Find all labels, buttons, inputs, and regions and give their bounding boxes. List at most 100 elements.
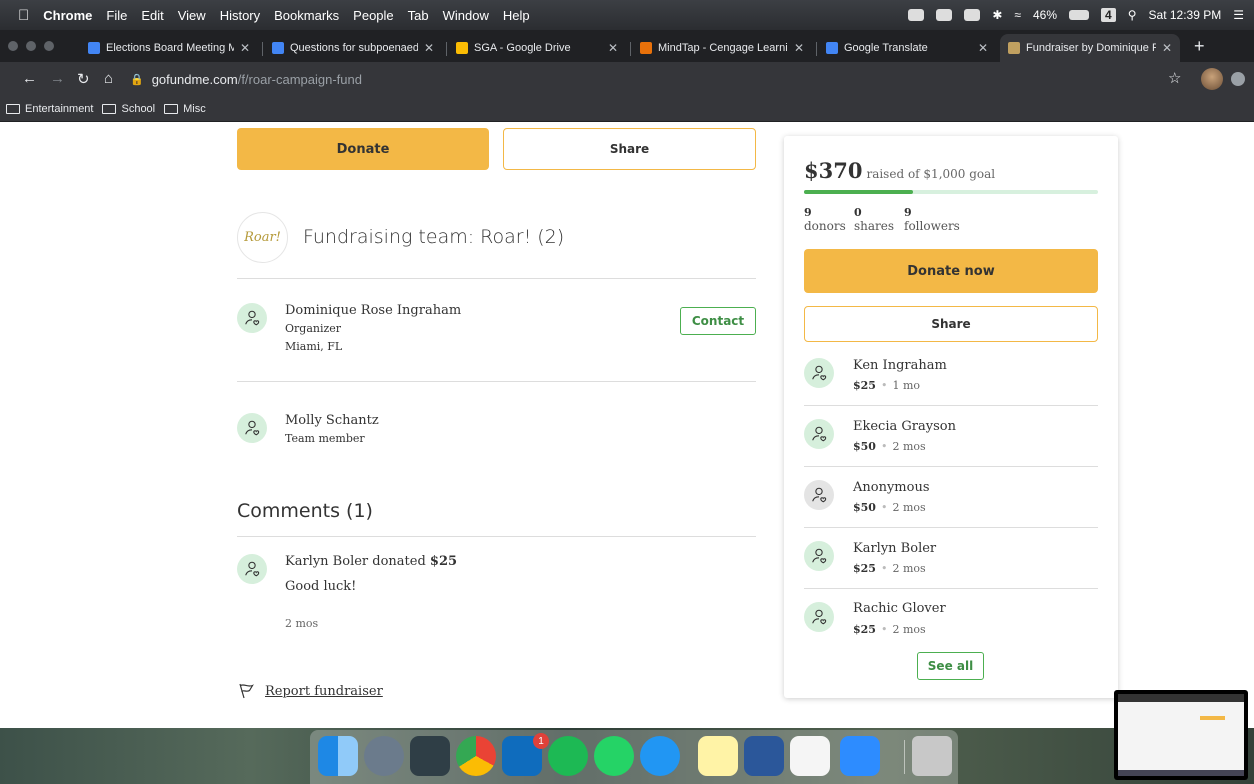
menu-tab[interactable]: Tab (408, 8, 429, 23)
person-heart-icon (237, 413, 267, 443)
back-arrow-icon[interactable]: ← (22, 70, 37, 87)
bookmark-folder-entertainment[interactable]: Entertainment (6, 103, 93, 115)
photo-app-icon[interactable] (410, 736, 450, 776)
donor-amount-row: $25 • 1 mo (853, 379, 921, 392)
close-icon[interactable]: ✕ (424, 41, 434, 55)
home-icon[interactable]: ⌂ (104, 70, 113, 87)
battery-icon[interactable] (1069, 10, 1090, 20)
forward-arrow-icon[interactable]: → (50, 70, 65, 87)
menu-edit[interactable]: Edit (141, 8, 163, 23)
report-fundraiser-link[interactable]: Report fundraiser (265, 684, 383, 699)
see-all-button[interactable]: See all (917, 652, 984, 680)
divider (237, 381, 756, 382)
menu-view[interactable]: View (178, 8, 206, 23)
screenshot-thumbnail[interactable] (1114, 690, 1248, 780)
chrome-icon[interactable] (456, 736, 496, 776)
person-heart-icon (804, 419, 834, 449)
contact-button[interactable]: Contact (680, 307, 756, 335)
apple-icon[interactable]:  (18, 7, 29, 24)
window-close-button[interactable] (8, 41, 18, 51)
stat-number: 9 (904, 206, 912, 219)
tab-mindtap[interactable]: MindTap - Cengage Learnin ✕ (632, 34, 812, 62)
bookmark-folder-misc[interactable]: Misc (164, 103, 206, 115)
address-bar[interactable]: 🔒 gofundme.com/f/roar-campaign-fund (130, 67, 1190, 91)
sidebar-share-button[interactable]: Share (804, 306, 1098, 342)
close-icon[interactable]: ✕ (794, 41, 804, 55)
word-icon[interactable] (744, 736, 784, 776)
messages-icon[interactable] (640, 736, 680, 776)
mindtap-icon (640, 42, 652, 54)
tab-questions[interactable]: Questions for subpoenaed ✕ (264, 34, 442, 62)
close-icon[interactable]: ✕ (978, 41, 988, 55)
cloud-icon[interactable] (936, 9, 953, 21)
reload-icon[interactable]: ↻ (77, 70, 90, 88)
lock-icon[interactable]: 🔒 (130, 73, 144, 86)
browser-toolbar: ← → ↻ ⌂ 🔒 gofundme.com/f/roar-campaign-f… (0, 62, 1254, 96)
window-zoom-button[interactable] (44, 41, 54, 51)
menu-people[interactable]: People (353, 8, 393, 23)
stat-shares: 0 shares (854, 206, 894, 233)
bookmark-folder-school[interactable]: School (102, 103, 155, 115)
tab-sga-drive[interactable]: SGA - Google Drive ✕ (448, 34, 626, 62)
macos-menu-bar:  Chrome File Edit View History Bookmark… (0, 0, 1254, 30)
stat-followers: 9 followers (904, 206, 960, 233)
whatsapp-icon[interactable] (594, 736, 634, 776)
donate-now-button[interactable]: Donate now (804, 249, 1098, 293)
dock-separator (904, 740, 905, 774)
battery-percent[interactable]: 46% (1033, 8, 1057, 22)
person-heart-icon (237, 554, 267, 584)
donate-button[interactable]: Donate (237, 128, 489, 170)
new-tab-plus-icon[interactable]: + (1194, 36, 1205, 57)
divider (237, 278, 756, 279)
zoom-icon[interactable] (840, 736, 880, 776)
desktop-badge[interactable]: 4 (1101, 8, 1116, 22)
bookmark-star-icon[interactable]: ☆ (1168, 69, 1181, 87)
menu-app-name[interactable]: Chrome (43, 8, 92, 23)
organizer-name[interactable]: Dominique Rose Ingraham (285, 303, 461, 318)
person-heart-icon (804, 358, 834, 388)
tab-elections-board[interactable]: Elections Board Meeting Mi ✕ (80, 34, 258, 62)
bluetooth-icon[interactable]: ✱ (992, 8, 1002, 22)
progress-bar (804, 190, 1098, 194)
docs-icon (272, 42, 284, 54)
tab-title: Fundraiser by Dominique Ro (1026, 42, 1156, 54)
finder-icon[interactable] (318, 736, 358, 776)
divider (804, 527, 1098, 528)
reminders-icon[interactable] (790, 736, 830, 776)
close-icon[interactable]: ✕ (1162, 41, 1172, 55)
extension-icon[interactable] (1231, 72, 1245, 86)
bookmark-label: Entertainment (25, 102, 94, 115)
tab-fundraiser[interactable]: Fundraiser by Dominique Ro ✕ (1000, 34, 1180, 62)
window-minimize-button[interactable] (26, 41, 36, 51)
menu-history[interactable]: History (220, 8, 260, 23)
flag-icon[interactable] (238, 683, 258, 699)
google-drive-icon (456, 42, 468, 54)
screen-icon[interactable] (964, 9, 981, 21)
notification-center-icon[interactable]: ☰ (1233, 8, 1244, 22)
donor-time: 2 mos (892, 623, 926, 636)
profile-avatar[interactable] (1201, 68, 1223, 90)
member-role: Team member (285, 432, 365, 445)
share-button[interactable]: Share (503, 128, 756, 170)
spotify-icon[interactable] (548, 736, 588, 776)
wifi-icon[interactable]: ≈ (1014, 8, 1021, 22)
menu-window[interactable]: Window (443, 8, 489, 23)
spotlight-search-icon[interactable]: ⚲ (1128, 8, 1137, 22)
donor-name: Ekecia Grayson (853, 419, 956, 434)
clock[interactable]: Sat 12:39 PM (1149, 8, 1222, 22)
menu-bookmarks[interactable]: Bookmarks (274, 8, 339, 23)
launchpad-icon[interactable] (364, 736, 404, 776)
menu-help[interactable]: Help (503, 8, 530, 23)
menu-file[interactable]: File (106, 8, 127, 23)
team-logo: Roar! (237, 212, 288, 263)
tab-google-translate[interactable]: Google Translate ✕ (818, 34, 996, 62)
notes-icon[interactable] (698, 736, 738, 776)
close-icon[interactable]: ✕ (240, 41, 250, 55)
close-icon[interactable]: ✕ (608, 41, 618, 55)
status-menu-icon[interactable] (908, 9, 925, 21)
comment-amount: $25 (429, 554, 458, 569)
donor-amount: $25 (853, 379, 876, 392)
member-name[interactable]: Molly Schantz (285, 413, 379, 428)
bookmarks-bar: Entertainment School Misc (0, 96, 1254, 122)
trash-icon[interactable] (912, 736, 952, 776)
